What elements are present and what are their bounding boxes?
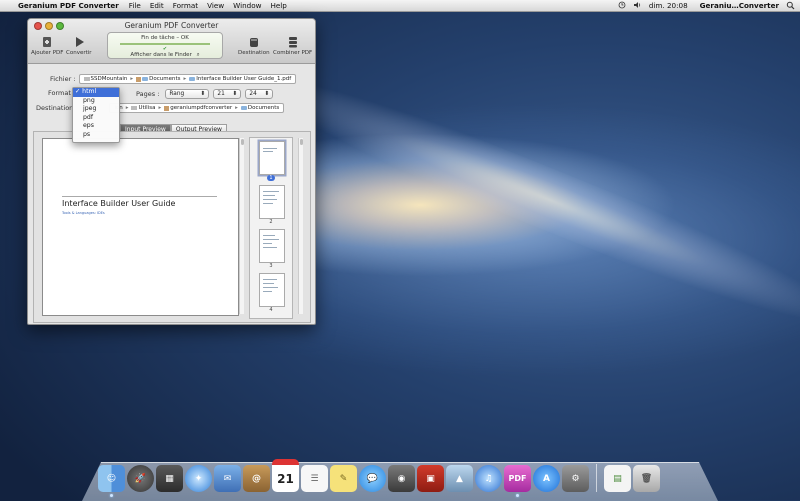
page-from-stepper[interactable]: 21 ⬍ xyxy=(213,89,242,99)
dock-mail-icon[interactable]: ✉ xyxy=(214,465,241,492)
dock-reminders-icon[interactable]: ☰ xyxy=(301,465,328,492)
format-dropdown-menu: ✓ html png jpeg pdf eps ps xyxy=(72,87,120,143)
desktop-galaxy xyxy=(260,59,800,341)
dock-finder-icon[interactable]: ☺ xyxy=(98,465,125,497)
menu-file[interactable]: File xyxy=(129,1,141,10)
combine-stack-icon xyxy=(288,37,297,48)
dock-launchpad-icon[interactable]: 🚀 xyxy=(127,465,154,492)
format-option-eps[interactable]: eps xyxy=(73,122,119,131)
page-rule xyxy=(62,196,217,197)
file-label: Fichier : xyxy=(50,75,76,83)
file-row: Fichier : SSDMountain ▸ Documents ▸ Inte… xyxy=(50,74,297,84)
document-subtitle: Tools & Languages: IDEs xyxy=(62,211,105,215)
dock-separator xyxy=(596,464,597,492)
menu-help[interactable]: Help xyxy=(270,1,286,10)
pages-label: Pages : xyxy=(136,90,160,98)
pdf-file-icon xyxy=(189,77,196,81)
dock-safari-icon[interactable]: ✦ xyxy=(185,465,212,492)
add-pdf-button[interactable]: Ajouter PDF xyxy=(31,36,63,56)
window-title: Geranium PDF Converter xyxy=(124,21,219,30)
menu-bar: Geranium PDF Converter File Edit Format … xyxy=(0,0,800,12)
page-thumbnail[interactable] xyxy=(259,185,285,219)
destination-drive-icon xyxy=(249,38,258,47)
preview-area: Interface Builder User Guide Tools & Lan… xyxy=(33,131,311,323)
format-option-png[interactable]: png xyxy=(73,97,119,106)
home-icon xyxy=(136,76,142,82)
format-option-jpeg[interactable]: jpeg xyxy=(73,105,119,114)
file-path-control[interactable]: SSDMountain ▸ Documents ▸ Interface Buil… xyxy=(78,74,297,84)
page-thumbnail[interactable] xyxy=(259,141,285,175)
menu-view[interactable]: View xyxy=(207,1,224,10)
dock-facetime-icon[interactable]: ◉ xyxy=(388,465,415,492)
dock-photo-booth-icon[interactable]: ▣ xyxy=(417,465,444,492)
convert-button[interactable]: Convertir xyxy=(66,36,92,56)
drive-icon xyxy=(83,77,90,81)
pages-row: Pages : Rang ⬍ 21 ⬍ 24 ⬍ xyxy=(136,89,274,99)
dock-contacts-icon[interactable]: @ xyxy=(243,465,270,492)
menu-app-name[interactable]: Geranium PDF Converter xyxy=(18,1,119,10)
dock-mission-control-icon[interactable]: ▦ xyxy=(156,465,183,492)
status-text: Fin de tâche – OK xyxy=(141,35,189,41)
window-titlebar[interactable]: Geranium PDF Converter Ajouter PDF Conve… xyxy=(28,19,315,64)
updown-icon: ⬍ xyxy=(232,91,238,97)
format-row: Format xyxy=(48,89,71,97)
spotlight-icon[interactable] xyxy=(786,1,796,11)
preview-scrollbar[interactable] xyxy=(239,138,244,314)
finder-icon: ⌕ xyxy=(196,52,200,58)
home-icon xyxy=(164,105,170,111)
dock-itunes-icon[interactable]: ♫ xyxy=(475,465,502,492)
volume-icon[interactable] xyxy=(633,1,642,11)
app-window: Geranium PDF Converter Ajouter PDF Conve… xyxy=(27,18,316,325)
thumbnail-strip: 1 2 3 4 xyxy=(249,137,293,319)
format-option-pdf[interactable]: pdf xyxy=(73,114,119,123)
user-folder-icon xyxy=(131,106,138,110)
dock-app-store-icon[interactable]: A xyxy=(533,465,560,492)
document-page-preview: Interface Builder User Guide Tools & Lan… xyxy=(42,138,239,316)
combine-pdf-button[interactable]: Combiner PDF xyxy=(273,36,312,56)
play-icon xyxy=(75,37,84,47)
page-number: 1 xyxy=(267,175,275,181)
thumbnail-scrollbar[interactable] xyxy=(298,138,303,314)
destination-label: Destination xyxy=(36,104,74,112)
folder-icon xyxy=(240,106,247,110)
folder-icon xyxy=(142,77,149,81)
page-number: 2 xyxy=(269,219,273,225)
dock-geranium-pdf-icon[interactable]: PDF xyxy=(504,465,531,497)
clock[interactable]: dim. 20:08 xyxy=(649,1,688,10)
updown-icon: ⬍ xyxy=(264,91,270,97)
user-menu[interactable]: Geraniu…Converter xyxy=(700,1,779,10)
range-select[interactable]: Rang ⬍ xyxy=(165,89,210,99)
page-to-stepper[interactable]: 24 ⬍ xyxy=(245,89,274,99)
page-thumbnail[interactable] xyxy=(259,229,285,263)
dock-system-preferences-icon[interactable]: ⚙ xyxy=(562,465,589,492)
dock-notes-icon[interactable]: ✎ xyxy=(330,465,357,492)
page-number: 3 xyxy=(269,263,273,269)
page-thumbnail[interactable] xyxy=(259,273,285,307)
menu-edit[interactable]: Edit xyxy=(150,1,164,10)
dock-messages-icon[interactable]: 💬 xyxy=(359,465,386,492)
format-option-ps[interactable]: ps xyxy=(73,131,119,140)
dock: ☺ 🚀 ▦ ✦ ✉ @ 21 ☰ ✎ 💬 ◉ ▣ ▲ ♫ PDF A ⚙ ▤ 🗑 xyxy=(98,459,662,497)
progress-bar xyxy=(120,43,210,45)
time-machine-icon[interactable] xyxy=(618,1,626,11)
show-in-finder-link[interactable]: Afficher dans le Finder ⌕ xyxy=(108,52,222,59)
menu-format[interactable]: Format xyxy=(173,1,198,10)
dock-trash-icon[interactable]: 🗑 xyxy=(633,465,660,492)
destination-button[interactable]: Destination xyxy=(238,36,270,56)
updown-icon: ⬍ xyxy=(200,91,206,97)
format-label: Format xyxy=(48,89,71,97)
dock-calendar-icon[interactable]: 21 xyxy=(272,459,299,492)
dock-documents-stack-icon[interactable]: ▤ xyxy=(604,465,631,492)
format-option-html[interactable]: ✓ html xyxy=(73,88,119,97)
document-title: Interface Builder User Guide xyxy=(62,199,176,208)
page-number: 4 xyxy=(269,307,273,313)
status-panel: Fin de tâche – OK ✔ Afficher dans le Fin… xyxy=(107,32,223,59)
add-pdf-icon xyxy=(43,37,52,47)
dock-iphoto-icon[interactable]: ▲ xyxy=(446,465,473,492)
destination-path-control[interactable]: ion ▸ Utilisa ▸ geraniumpdfconverter ▸ D… xyxy=(109,103,285,113)
menu-window[interactable]: Window xyxy=(233,1,261,10)
